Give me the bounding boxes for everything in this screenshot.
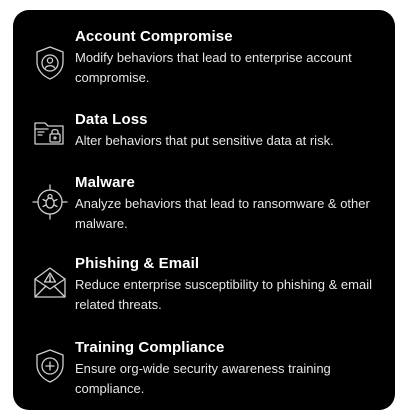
- item-text: Malware Analyze behaviors that lead to r…: [75, 174, 389, 234]
- item-title: Training Compliance: [75, 339, 225, 356]
- item-description: Modify behaviors that lead to enterprise…: [75, 50, 352, 85]
- bug-target-icon: [31, 183, 69, 221]
- item-title: Phishing & Email: [75, 255, 200, 272]
- item-description: Analyze behaviors that lead to ransomwar…: [75, 196, 370, 231]
- threat-categories-card: Account Compromise Modify behaviors that…: [13, 10, 395, 410]
- item-title: Malware: [75, 174, 135, 191]
- item-description: Ensure org-wide security awareness train…: [75, 361, 331, 396]
- shield-user-icon: [31, 44, 69, 82]
- item-description: Alter behaviors that put sensitive data …: [75, 133, 334, 148]
- item-title: Data Loss: [75, 111, 148, 128]
- envelope-warning-icon: [31, 264, 69, 302]
- item-text: Training Compliance Ensure org-wide secu…: [75, 339, 389, 399]
- item-title: Account Compromise: [75, 28, 233, 45]
- shield-plus-icon: [31, 347, 69, 385]
- folder-lock-icon: [31, 114, 69, 152]
- item-text: Data Loss Alter behaviors that put sensi…: [75, 111, 389, 151]
- item-description: Reduce enterprise susceptibility to phis…: [75, 277, 372, 312]
- item-text: Phishing & Email Reduce enterprise susce…: [75, 255, 389, 315]
- item-text: Account Compromise Modify behaviors that…: [75, 28, 389, 88]
